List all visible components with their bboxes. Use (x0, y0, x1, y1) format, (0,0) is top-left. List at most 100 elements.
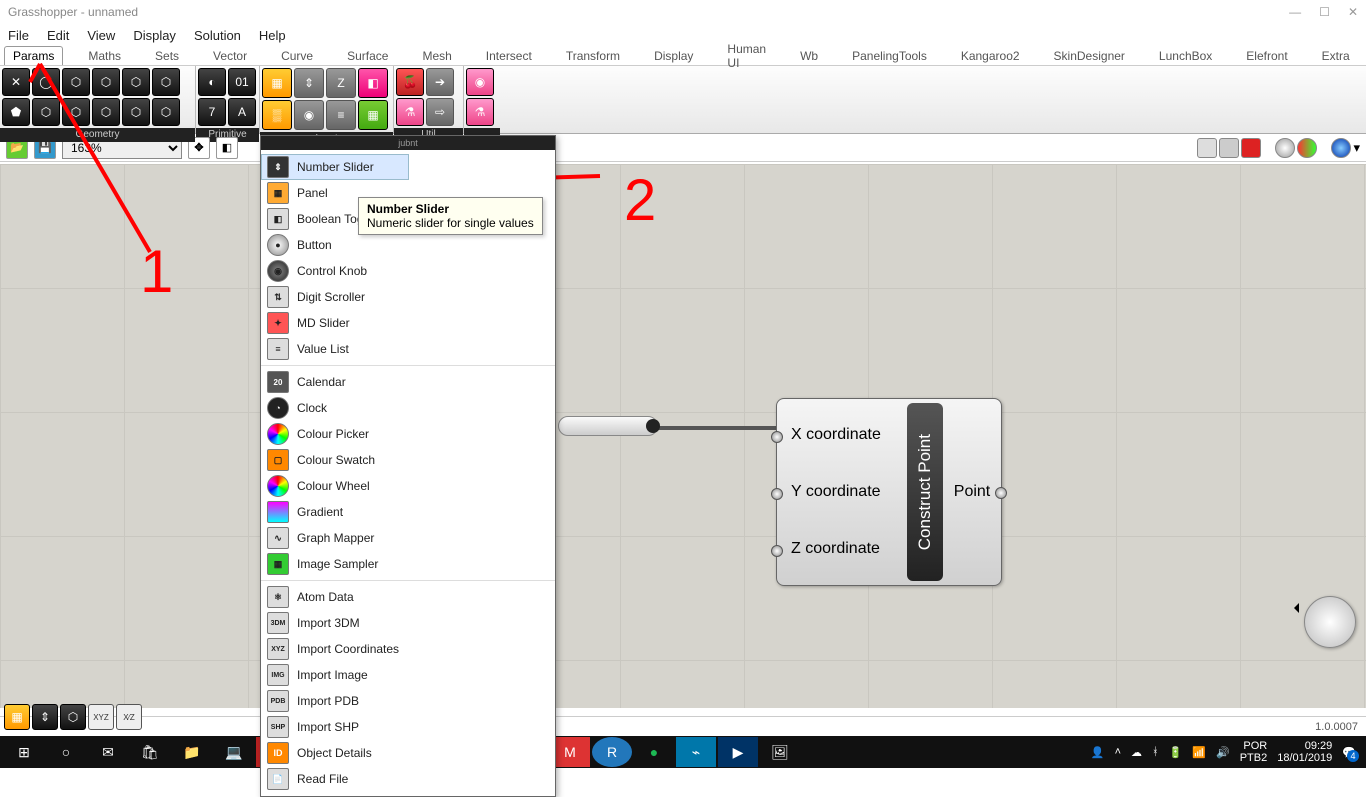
input-toggle-icon[interactable]: Z (326, 68, 356, 98)
compass-icon[interactable] (1304, 596, 1356, 648)
dd-atom-data[interactable]: ⚛Atom Data (261, 584, 409, 610)
dd-number-slider[interactable]: ⇕Number Slider (261, 154, 409, 180)
tab-lunchbox[interactable]: LunchBox (1150, 46, 1221, 65)
display-wireframe-icon[interactable] (1197, 138, 1217, 158)
dd-graph-mapper[interactable]: ∿Graph Mapper (261, 525, 409, 551)
input-panel2-icon[interactable]: ▒ (262, 100, 292, 130)
primitive-icon[interactable]: 7 (198, 98, 226, 126)
preview-off-icon[interactable] (1275, 138, 1295, 158)
dd-colour-swatch[interactable]: ▢Colour Swatch (261, 447, 409, 473)
preview-mesh-icon[interactable] (1297, 138, 1317, 158)
input-panel-icon[interactable]: ▦ (262, 68, 292, 98)
dd-calendar[interactable]: 20Calendar (261, 369, 409, 395)
dropdown-arrow-icon[interactable]: ▾ (1353, 140, 1360, 156)
menu-display[interactable]: Display (133, 28, 176, 43)
tray-bluetooth-icon[interactable]: ᚼ (1152, 746, 1159, 758)
menu-file[interactable]: File (8, 28, 29, 43)
dd-read-file[interactable]: 📄Read File (261, 766, 409, 792)
vscode-icon[interactable]: ⌁ (676, 737, 716, 767)
dd-import-pdb[interactable]: PDBImport PDB (261, 688, 409, 714)
tab-wb[interactable]: Wb (791, 46, 827, 65)
dd-gradient[interactable]: Gradient (261, 499, 409, 525)
mail-icon[interactable]: ✉ (88, 737, 128, 767)
tab-kangaroo2[interactable]: Kangaroo2 (952, 46, 1029, 65)
dd-import-coordinates[interactable]: XYZImport Coordinates (261, 636, 409, 662)
r-icon[interactable]: R (592, 737, 632, 767)
util-arrow2-icon[interactable]: ⇨ (426, 98, 454, 126)
tab-display[interactable]: Display (645, 46, 702, 65)
geometry-icon[interactable]: ⬡ (152, 98, 180, 126)
cortana-icon[interactable]: ○ (46, 737, 86, 767)
dd-import-image[interactable]: IMGImport Image (261, 662, 409, 688)
display-selected-icon[interactable] (1241, 138, 1261, 158)
view-tool2-icon[interactable]: ◧ (216, 137, 238, 159)
dd-md-slider[interactable]: ✦MD Slider (261, 310, 409, 336)
dd-colour-wheel[interactable]: Colour Wheel (261, 473, 409, 499)
store-icon[interactable]: 🛍 (130, 737, 170, 767)
util-icon[interactable]: 🍒 (396, 68, 424, 96)
input-list-icon[interactable]: ≡ (326, 100, 356, 130)
extra-flask-icon[interactable]: ⚗ (466, 98, 494, 126)
slider-knob[interactable] (646, 419, 660, 433)
mini-xyz-icon[interactable]: XYZ (88, 704, 114, 730)
mini-panel-icon[interactable]: ▦ (4, 704, 30, 730)
explorer-icon[interactable]: 📁 (172, 737, 212, 767)
primitive-icon[interactable]: 01 (228, 68, 256, 96)
tray-wifi-icon[interactable]: 📶 (1192, 746, 1206, 759)
menu-solution[interactable]: Solution (194, 28, 241, 43)
powershell-icon[interactable]: ▶ (718, 737, 758, 767)
dd-object-details[interactable]: IDObject Details (261, 740, 409, 766)
input-sampler-icon[interactable]: ▦ (358, 100, 388, 130)
tab-maths[interactable]: Maths (79, 46, 130, 65)
tray-up-icon[interactable]: ˄ (1115, 746, 1121, 758)
menu-edit[interactable]: Edit (47, 28, 69, 43)
tab-extra[interactable]: Extra (1313, 46, 1359, 65)
input-z[interactable]: Z coordinate (791, 540, 901, 558)
mini-xyz2-icon[interactable]: X⁄Z (116, 704, 142, 730)
geometry-icon[interactable]: ⬡ (122, 68, 150, 96)
tray-volume-icon[interactable]: 🔊 (1216, 746, 1230, 759)
dd-value-list[interactable]: ≡Value List (261, 336, 409, 362)
ribbon-label-geometry[interactable]: Geometry (0, 128, 195, 142)
geometry-icon[interactable]: ◯ (32, 68, 60, 96)
tray-clock[interactable]: 09:29 18/01/2019 (1277, 740, 1332, 764)
tab-curve[interactable]: Curve (272, 46, 322, 65)
menu-view[interactable]: View (87, 28, 115, 43)
input-y[interactable]: Y coordinate (791, 483, 901, 501)
extra-icon[interactable]: ◉ (466, 68, 494, 96)
tray-notifications-icon[interactable]: 💬4 (1342, 746, 1356, 759)
spotify-icon[interactable]: ● (634, 737, 674, 767)
start-button[interactable]: ⊞ (4, 737, 44, 767)
geometry-icon[interactable]: ⬡ (92, 98, 120, 126)
minimize-icon[interactable]: — (1289, 5, 1301, 19)
input-x[interactable]: X coordinate (791, 426, 901, 444)
canvas[interactable]: X coordinate Y coordinate Z coordinate C… (0, 164, 1366, 708)
dd-control-knob[interactable]: ◉Control Knob (261, 258, 409, 284)
number-slider-component[interactable] (558, 416, 658, 436)
tab-panelingtools[interactable]: PanelingTools (843, 46, 936, 65)
geometry-icon[interactable]: ⬡ (32, 98, 60, 126)
app-laptop-icon[interactable]: 💻 (214, 737, 254, 767)
globe-icon[interactable] (1331, 138, 1351, 158)
tab-humanui[interactable]: Human UI (718, 39, 775, 72)
tab-transform[interactable]: Transform (557, 46, 629, 65)
dd-clock[interactable]: ◔Clock (261, 395, 409, 421)
geometry-icon[interactable]: ✕ (2, 68, 30, 96)
tab-surface[interactable]: Surface (338, 46, 397, 65)
util-flask-icon[interactable]: ⚗ (396, 98, 424, 126)
input-swatch-icon[interactable]: ◧ (358, 68, 388, 98)
primitive-icon[interactable]: A (228, 98, 256, 126)
component-output[interactable]: Point (943, 399, 1001, 585)
photos-icon[interactable]: 🖼 (760, 737, 800, 767)
mini-hex-icon[interactable]: ⬡ (60, 704, 86, 730)
dd-image-sampler[interactable]: ▦Image Sampler (261, 551, 409, 577)
tray-people-icon[interactable]: 👤 (1091, 746, 1105, 759)
mega-icon[interactable]: M (550, 737, 590, 767)
geometry-icon[interactable]: ⬡ (62, 98, 90, 126)
display-shaded-icon[interactable] (1219, 138, 1239, 158)
input-knob-icon[interactable]: ◉ (294, 100, 324, 130)
mini-slider-icon[interactable]: ⇕ (32, 704, 58, 730)
dd-colour-picker[interactable]: Colour Picker (261, 421, 409, 447)
dd-digit-scroller[interactable]: ⇅Digit Scroller (261, 284, 409, 310)
geometry-icon[interactable]: ⬡ (122, 98, 150, 126)
